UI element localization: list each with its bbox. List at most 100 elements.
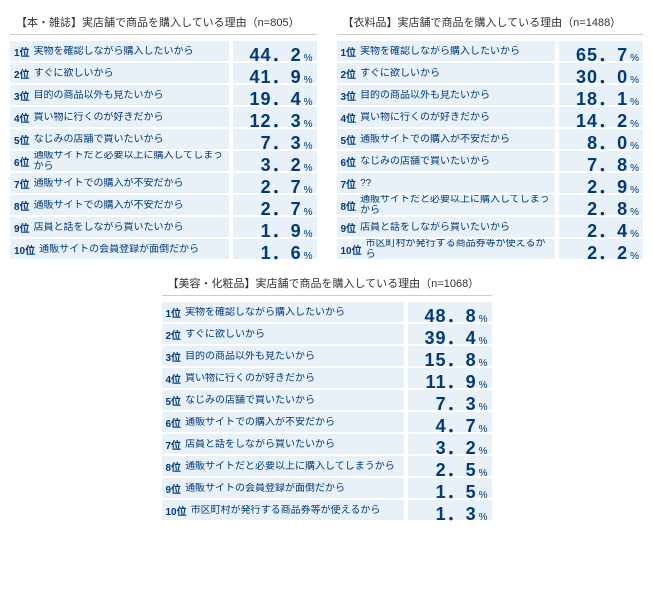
row-label: 3位目的の商品以外も見たいから bbox=[162, 346, 404, 366]
value-number: 1．3 bbox=[436, 500, 477, 526]
row-label: 7位?? bbox=[337, 173, 556, 193]
row-value: 2．9% bbox=[559, 173, 643, 193]
rank: 4位 bbox=[341, 110, 357, 125]
row-value: 2．7% bbox=[233, 173, 317, 193]
rank: 7位 bbox=[166, 437, 182, 452]
row-label: 4位買い物に行くのが好きだから bbox=[337, 107, 556, 127]
reason: 通販サイトでの購入が不安だから bbox=[185, 417, 335, 428]
row-label: 7位通販サイトでの購入が不安だから bbox=[10, 173, 229, 193]
row-value: 2．7% bbox=[233, 195, 317, 215]
table-row: 9位通販サイトの会員登録が面倒だから1．5% bbox=[162, 478, 492, 498]
rank: 3位 bbox=[341, 88, 357, 103]
row-value: 11．9% bbox=[408, 368, 492, 388]
row-value: 65．7% bbox=[559, 41, 643, 61]
rank: 8位 bbox=[14, 198, 30, 213]
row-label: 1位実物を確認しながら購入したいから bbox=[162, 302, 404, 322]
row-value: 7．3% bbox=[408, 390, 492, 410]
rank: 10位 bbox=[14, 242, 35, 257]
value-number: 1．6 bbox=[261, 239, 302, 265]
rank: 6位 bbox=[341, 154, 357, 169]
reason: 実物を確認しながら購入したいから bbox=[360, 46, 520, 57]
reason: 目的の商品以外も見たいから bbox=[185, 351, 315, 362]
rank: 2位 bbox=[341, 66, 357, 81]
rank: 1位 bbox=[14, 44, 30, 59]
table-row: 9位店員と話をしながら買いたいから2．4% bbox=[337, 217, 644, 237]
rank: 10位 bbox=[166, 503, 187, 518]
table-row: 8位通販サイトだと必要以上に購入してしまうから2．8% bbox=[337, 195, 644, 215]
row-label: 6位通販サイトだと必要以上に購入してしまうから bbox=[10, 151, 229, 171]
row-label: 8位通販サイトだと必要以上に購入してしまうから bbox=[162, 456, 404, 476]
reason: 目的の商品以外も見たいから bbox=[34, 90, 164, 101]
row-value: 8．0% bbox=[559, 129, 643, 149]
reason: 買い物に行くのが好きだから bbox=[34, 112, 164, 123]
table-row: 4位買い物に行くのが好きだから14．2% bbox=[337, 107, 644, 127]
row-label: 3位目的の商品以外も見たいから bbox=[10, 85, 229, 105]
rank: 2位 bbox=[14, 66, 30, 81]
value-pct: % bbox=[630, 251, 639, 262]
table-row: 7位??2．9% bbox=[337, 173, 644, 193]
block-books: 【本・雑誌】実店舗で商品を購入している理由（n=805） 1位実物を確認しながら… bbox=[10, 10, 317, 261]
table-row: 1位実物を確認しながら購入したいから65．7% bbox=[337, 41, 644, 61]
value-pct: % bbox=[479, 512, 488, 523]
reason: 通販サイトの会員登録が面倒だから bbox=[185, 483, 345, 494]
row-label: 1位実物を確認しながら購入したいから bbox=[337, 41, 556, 61]
reason: 通販サイトの会員登録が面倒だから bbox=[39, 244, 199, 255]
row-label: 4位買い物に行くのが好きだから bbox=[162, 368, 404, 388]
row-value: 41．9% bbox=[233, 63, 317, 83]
reason: 市区町村が発行する商品券等が使えるから bbox=[191, 505, 381, 516]
reason: すぐに欲しいから bbox=[360, 68, 440, 79]
reason: 買い物に行くのが好きだから bbox=[185, 373, 315, 384]
rank: 4位 bbox=[166, 371, 182, 386]
rank: 3位 bbox=[14, 88, 30, 103]
rank: 6位 bbox=[14, 154, 30, 169]
row-label: 9位通販サイトの会員登録が面倒だから bbox=[162, 478, 404, 498]
row-label: 7位店員と話をしながら買いたいから bbox=[162, 434, 404, 454]
row-value: 2．2% bbox=[559, 239, 643, 259]
row-value: 4．7% bbox=[408, 412, 492, 432]
row-label: 8位通販サイトだと必要以上に購入してしまうから bbox=[337, 195, 556, 215]
row-label: 5位なじみの店舗で買いたいから bbox=[10, 129, 229, 149]
row-value: 1．6% bbox=[233, 239, 317, 259]
value-pct: % bbox=[304, 251, 313, 262]
reason: なじみの店舗で買いたいから bbox=[185, 395, 315, 406]
row-value: 7．8% bbox=[559, 151, 643, 171]
row-value: 3．2% bbox=[408, 434, 492, 454]
rank: 5位 bbox=[14, 132, 30, 147]
block-title: 【本・雑誌】実店舗で商品を購入している理由（n=805） bbox=[10, 10, 317, 35]
rank: 8位 bbox=[166, 459, 182, 474]
table-row: 4位買い物に行くのが好きだから12．3% bbox=[10, 107, 317, 127]
row-value: 15．8% bbox=[408, 346, 492, 366]
rows-container: 1位実物を確認しながら購入したいから44．2%2位すぐに欲しいから41．9%3位… bbox=[10, 41, 317, 259]
value-number: 2．2 bbox=[587, 239, 628, 265]
rank: 5位 bbox=[341, 132, 357, 147]
block-beauty: 【美容・化粧品】実店舗で商品を購入している理由（n=1068） 1位実物を確認し… bbox=[162, 271, 492, 520]
row-value: 7．3% bbox=[233, 129, 317, 149]
row-label: 5位通販サイトでの購入が不安だから bbox=[337, 129, 556, 149]
table-row: 8位通販サイトでの購入が不安だから2．7% bbox=[10, 195, 317, 215]
table-row: 10位市区町村が発行する商品券等が使えるから1．3% bbox=[162, 500, 492, 520]
rank: 9位 bbox=[341, 220, 357, 235]
row-label: 8位通販サイトでの購入が不安だから bbox=[10, 195, 229, 215]
table-row: 6位なじみの店舗で買いたいから7．8% bbox=[337, 151, 644, 171]
row-label: 3位目的の商品以外も見たいから bbox=[337, 85, 556, 105]
reason: 市区町村が発行する商品券等が使えるから bbox=[366, 239, 551, 259]
block-title: 【美容・化粧品】実店舗で商品を購入している理由（n=1068） bbox=[162, 271, 492, 296]
row-label: 1位実物を確認しながら購入したいから bbox=[10, 41, 229, 61]
table-row: 3位目的の商品以外も見たいから19．4% bbox=[10, 85, 317, 105]
row-label: 9位店員と話をしながら買いたいから bbox=[10, 217, 229, 237]
table-row: 2位すぐに欲しいから30．0% bbox=[337, 63, 644, 83]
rank: 9位 bbox=[166, 481, 182, 496]
row-value: 1．5% bbox=[408, 478, 492, 498]
table-row: 6位通販サイトでの購入が不安だから4．7% bbox=[162, 412, 492, 432]
table-row: 7位店員と話をしながら買いたいから3．2% bbox=[162, 434, 492, 454]
rank: 1位 bbox=[166, 305, 182, 320]
row-value: 39．4% bbox=[408, 324, 492, 344]
row-value: 2．4% bbox=[559, 217, 643, 237]
rank: 9位 bbox=[14, 220, 30, 235]
reason: 目的の商品以外も見たいから bbox=[360, 90, 490, 101]
reason: 通販サイトでの購入が不安だから bbox=[34, 200, 184, 211]
reason: 実物を確認しながら購入したいから bbox=[185, 307, 345, 318]
rank: 8位 bbox=[341, 198, 357, 213]
table-row: 6位通販サイトだと必要以上に購入してしまうから3．2% bbox=[10, 151, 317, 171]
table-row: 10位通販サイトの会員登録が面倒だから 1．6% bbox=[10, 239, 317, 259]
